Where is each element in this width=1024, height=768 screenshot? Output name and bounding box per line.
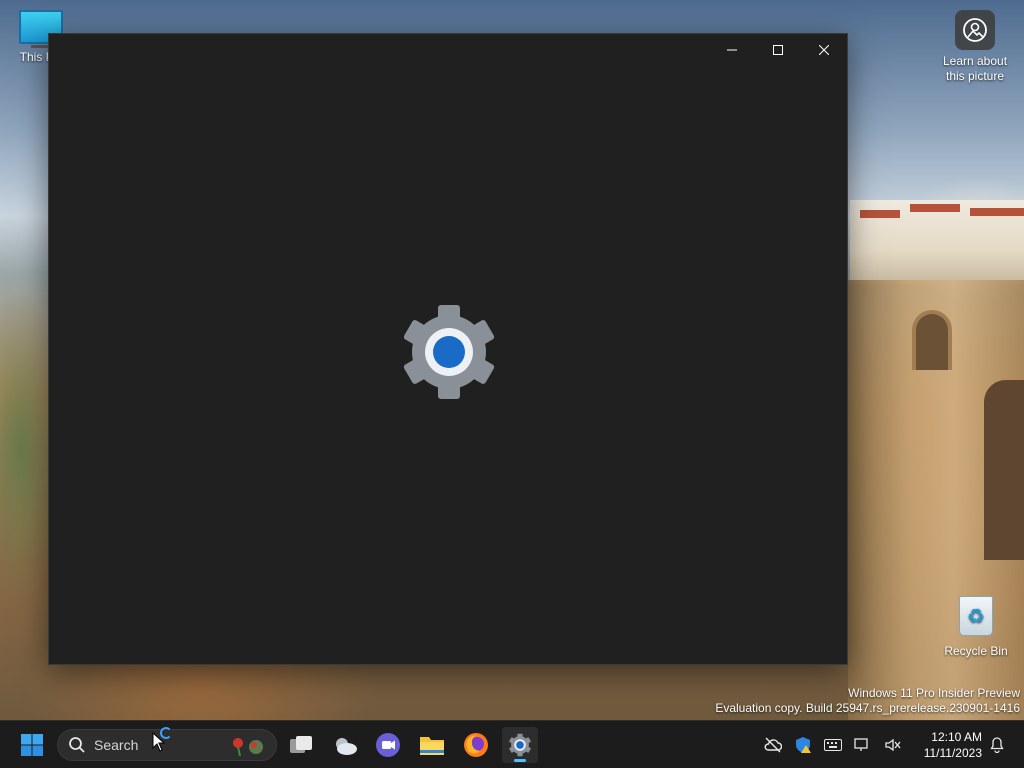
wallpaper-arch-large bbox=[984, 380, 1024, 560]
desktop-icon-label: Learn about this picture bbox=[942, 54, 1008, 83]
teams-chat-button[interactable] bbox=[370, 727, 406, 763]
notifications-button[interactable] bbox=[982, 730, 1012, 760]
wallpaper-arch bbox=[912, 310, 952, 370]
firefox-icon bbox=[464, 733, 488, 757]
task-view-button[interactable] bbox=[283, 727, 319, 763]
close-button[interactable] bbox=[801, 34, 847, 66]
firefox-button[interactable] bbox=[458, 727, 494, 763]
minimize-icon bbox=[727, 49, 737, 51]
widgets-button[interactable] bbox=[327, 727, 363, 763]
keyboard-button[interactable] bbox=[818, 730, 848, 760]
clock-time: 12:10 AM bbox=[931, 730, 982, 744]
clock-date: 11/11/2023 bbox=[923, 746, 982, 760]
taskbar-clock[interactable]: 12:10 AM 11/11/2023 bbox=[924, 729, 982, 761]
search-icon bbox=[69, 737, 85, 753]
watermark-line-2: Evaluation copy. Build 25947.rs_prerelea… bbox=[715, 701, 1020, 715]
network-disconnected-button[interactable] bbox=[758, 730, 788, 760]
shield-warning-icon bbox=[796, 737, 811, 753]
cloud-offline-icon bbox=[764, 737, 782, 753]
system-tray bbox=[758, 721, 908, 768]
file-explorer-icon bbox=[420, 737, 444, 755]
settings-gear-icon bbox=[403, 305, 495, 399]
weather-widget-icon bbox=[336, 738, 357, 755]
desktop-icon-recycle-bin[interactable]: ♻ Recycle Bin bbox=[940, 596, 1012, 659]
minimize-button[interactable] bbox=[709, 34, 755, 66]
desktop-icon-learn-about-picture[interactable]: Learn about this picture bbox=[938, 10, 1012, 84]
wallpaper-town bbox=[850, 200, 1024, 284]
windows-watermark: Windows 11 Pro Insider Preview Evaluatio… bbox=[715, 686, 1020, 716]
settings-taskbar-button[interactable] bbox=[502, 727, 538, 763]
keyboard-icon bbox=[824, 739, 842, 751]
volume-button[interactable] bbox=[878, 730, 908, 760]
security-button[interactable] bbox=[788, 730, 818, 760]
maximize-icon bbox=[773, 45, 783, 55]
network-icon bbox=[854, 738, 868, 751]
search-placeholder: Search bbox=[94, 737, 139, 753]
desktop-icon-label: Recycle Bin bbox=[944, 644, 1008, 658]
busy-spinner-icon bbox=[160, 727, 172, 739]
start-button[interactable] bbox=[14, 727, 50, 763]
active-app-indicator bbox=[514, 759, 526, 762]
maximize-button[interactable] bbox=[755, 34, 801, 66]
close-icon bbox=[819, 45, 829, 55]
settings-window[interactable] bbox=[48, 33, 848, 665]
windows-start-icon bbox=[21, 734, 43, 756]
window-controls bbox=[709, 34, 847, 66]
settings-icon bbox=[509, 733, 531, 757]
recycle-bin-icon: ♻ bbox=[959, 596, 993, 636]
network-button[interactable] bbox=[848, 730, 878, 760]
search-highlight-flower-icon bbox=[233, 738, 263, 757]
volume-muted-icon bbox=[885, 738, 901, 752]
bell-icon bbox=[990, 737, 1004, 753]
watermark-line-1: Windows 11 Pro Insider Preview bbox=[848, 686, 1020, 700]
file-explorer-button[interactable] bbox=[414, 727, 450, 763]
camera-location-icon bbox=[955, 10, 995, 50]
task-view-icon bbox=[290, 736, 312, 753]
teams-chat-icon bbox=[376, 733, 400, 757]
